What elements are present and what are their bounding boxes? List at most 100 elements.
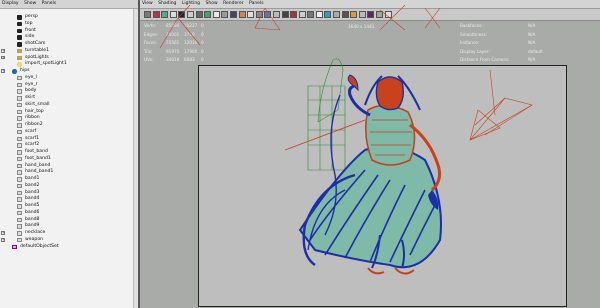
spotlight-beam	[284, 119, 366, 151]
outliner-item[interactable]: foot_band1	[0, 156, 134, 163]
outliner-menu-panels[interactable]: Panels	[42, 1, 56, 6]
outliner-item-label: foot_band	[25, 149, 48, 154]
joint-icon	[12, 69, 17, 74]
outliner-item[interactable]: band1	[0, 176, 134, 183]
mesh-icon	[17, 136, 22, 142]
outliner-item-label: body	[25, 88, 37, 94]
outliner-item[interactable]: side	[0, 34, 134, 41]
outliner-item-label: import_spotLight1	[25, 61, 67, 67]
spotlight-gizmo-top-right[interactable]	[379, 4, 441, 31]
outliner-scrollbar[interactable]	[133, 9, 138, 308]
outliner-item[interactable]: ribbon2	[0, 122, 134, 129]
expand-toggle-icon[interactable]: +	[1, 55, 5, 60]
outliner-item[interactable]: band8	[0, 217, 134, 224]
mesh-icon	[17, 204, 22, 209]
outliner-item-label: hips	[20, 68, 30, 73]
mesh-icon	[17, 163, 22, 169]
outliner-item[interactable]: eye_r	[0, 82, 134, 89]
mesh-icon	[17, 123, 22, 128]
outliner-item-label: necklace	[25, 230, 46, 235]
outliner-item-label: band9	[25, 223, 40, 229]
outliner-item-label: hand_band1	[25, 169, 54, 175]
mesh-icon	[17, 102, 22, 108]
group-icon	[17, 48, 22, 54]
mesh-icon	[17, 197, 22, 202]
mesh-icon	[17, 170, 22, 175]
outliner-item[interactable]: + hips	[0, 68, 134, 75]
mesh-icon	[17, 190, 22, 196]
camera-icon	[17, 42, 22, 47]
outliner-item[interactable]: scarf2	[0, 142, 134, 149]
outliner-item[interactable]: body	[0, 88, 134, 95]
outliner-item-label: scarf2	[25, 142, 40, 148]
mesh-icon	[17, 109, 22, 115]
outliner-item[interactable]: persp	[0, 14, 134, 21]
perspective-viewport[interactable]: View Shading Lighting Show Renderer Pane…	[140, 0, 600, 308]
set-icon	[12, 244, 17, 250]
outliner-menu-display[interactable]: Display	[2, 1, 19, 6]
outliner-item-label: top	[25, 20, 33, 26]
outliner-item[interactable]: foot_band	[0, 149, 134, 156]
expand-toggle-icon[interactable]: +	[1, 49, 5, 53]
outliner-item[interactable]: hand_band	[0, 163, 134, 170]
outliner-item-label: band4	[25, 196, 40, 202]
outliner-item[interactable]: skirt_small	[0, 102, 134, 109]
spotlight-gizmo-top-center[interactable]	[254, 7, 281, 31]
outliner-item[interactable]: front	[0, 28, 134, 35]
mesh-icon	[17, 156, 22, 162]
outliner-item[interactable]: + turntable1	[0, 48, 134, 55]
outliner-item[interactable]: + necklace	[0, 230, 134, 237]
outliner-item[interactable]: scarf1	[0, 136, 134, 143]
outliner-item-label: ribbon	[25, 115, 40, 121]
outliner-item[interactable]: ribbon	[0, 115, 134, 122]
outliner-item[interactable]: hair_top	[0, 109, 134, 116]
outliner-item-label: foot_band1	[25, 155, 51, 161]
outliner-item[interactable]: band2	[0, 183, 134, 190]
mesh-icon	[17, 116, 22, 121]
outliner-item[interactable]: eye_l	[0, 75, 134, 82]
mesh-icon	[17, 150, 22, 155]
outliner-item-label: weapon	[25, 236, 44, 242]
outliner-list: persp top front side shotCam + turntable1 + spot…	[0, 14, 134, 250]
camera-icon	[17, 35, 22, 40]
outliner-item[interactable]: hand_band1	[0, 169, 134, 176]
outliner-item[interactable]: + spotLights	[0, 55, 134, 62]
outliner-item[interactable]: + weapon	[0, 237, 134, 244]
character-mesh[interactable]	[298, 74, 442, 275]
outliner-item-label: band1	[25, 176, 40, 181]
mesh-icon	[17, 224, 22, 229]
outliner-item[interactable]: skirt	[0, 95, 134, 102]
outliner-item-label: turntable1	[25, 47, 49, 53]
selection-cage[interactable]	[307, 58, 346, 171]
mesh-icon	[17, 75, 22, 81]
outliner-item[interactable]: band5	[0, 203, 134, 210]
outliner-item-label: ribbon2	[25, 122, 43, 127]
spotlight-gizmo-top-left[interactable]	[159, 4, 201, 49]
outliner-item-label: band6	[25, 209, 40, 215]
group-icon	[17, 55, 22, 61]
spotlight-gizmo-right[interactable]	[469, 69, 533, 141]
expand-toggle-icon[interactable]: +	[1, 69, 5, 73]
scene-wireframes	[159, 4, 533, 275]
outliner-menu-show[interactable]: Show	[24, 1, 36, 6]
outliner-item-label: band2	[25, 182, 40, 188]
outliner-item[interactable]: shotCam	[0, 41, 134, 48]
outliner-item-label: side	[25, 34, 35, 40]
mesh-icon	[17, 210, 22, 216]
outliner-item[interactable]: band3	[0, 190, 134, 197]
outliner-item-label: scarf	[25, 128, 37, 134]
outliner-item[interactable]: band4	[0, 196, 134, 203]
outliner-item[interactable]: band6	[0, 210, 134, 217]
mesh-icon	[17, 89, 22, 94]
outliner-item[interactable]: scarf	[0, 129, 134, 136]
camera-icon	[17, 15, 22, 20]
expand-toggle-icon[interactable]: +	[1, 231, 5, 235]
outliner-item[interactable]: top	[0, 21, 134, 28]
outliner-item[interactable]: defaultObjectSet	[0, 244, 134, 251]
outliner-item-label: shotCam	[25, 41, 46, 46]
mesh-icon	[17, 231, 22, 236]
outliner-item[interactable]: import_spotLight1	[0, 61, 134, 68]
outliner-item[interactable]: band9	[0, 223, 134, 230]
outliner-item-label: skirt	[25, 95, 36, 100]
expand-toggle-icon[interactable]: +	[1, 238, 5, 242]
